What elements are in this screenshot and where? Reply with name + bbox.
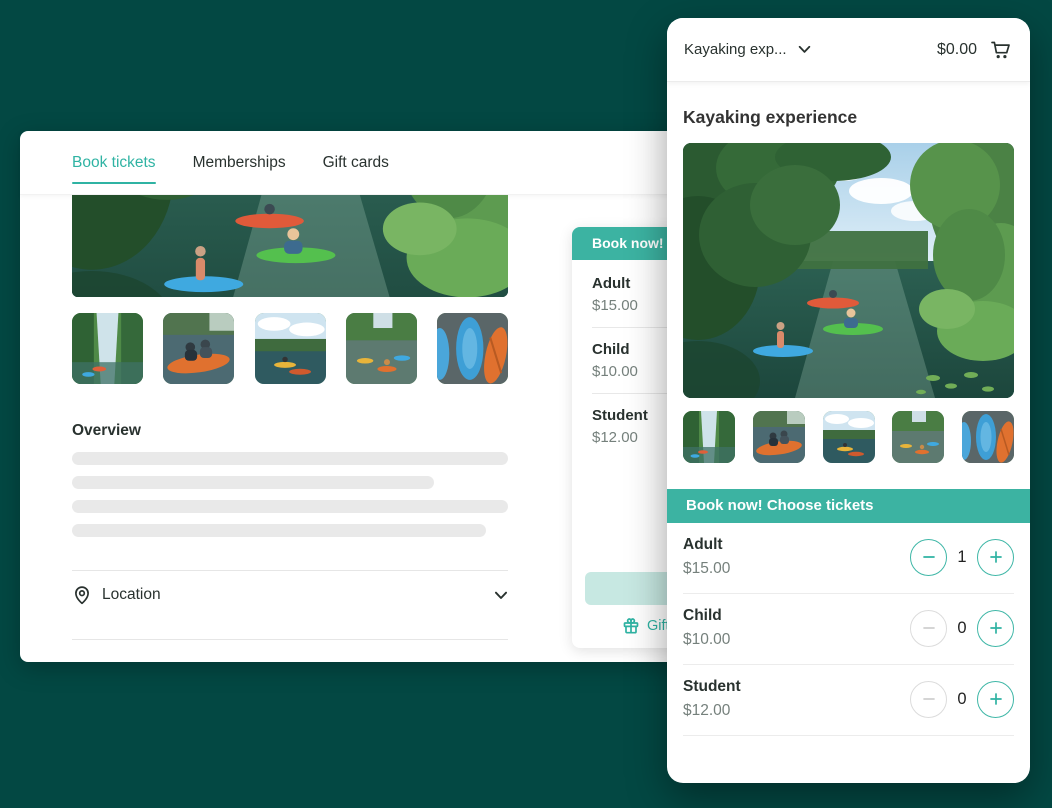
quantity-value: 1 [947, 548, 977, 567]
quantity-value: 0 [947, 690, 977, 709]
river-kayaking-photo [683, 143, 1014, 398]
minus-icon [921, 549, 937, 565]
thumbnail-4[interactable] [346, 313, 417, 384]
thumbnail-1[interactable] [72, 313, 143, 384]
skeleton-line [72, 500, 508, 513]
gift-icon [622, 616, 640, 635]
ticket-price: $12.00 [683, 702, 910, 720]
plus-icon [988, 620, 1004, 636]
event-photo[interactable] [72, 195, 508, 297]
plus-icon [988, 691, 1004, 707]
ticket-row-adult: Adult $15.00 1 [683, 523, 1014, 594]
ticket-name: Adult [683, 536, 910, 554]
minus-icon [921, 691, 937, 707]
thumbnail-3[interactable] [823, 411, 875, 463]
chevron-down-icon [798, 45, 811, 54]
cart-button[interactable] [988, 38, 1013, 62]
photo-thumbnails [72, 313, 508, 384]
page-tab-bar: Book tickets Memberships Gift cards [20, 131, 719, 195]
thumbnail-5[interactable] [962, 411, 1014, 463]
ticket-row-student: Student $12.00 0 [683, 665, 1014, 736]
plus-icon [988, 549, 1004, 565]
thumbnail-2[interactable] [163, 313, 234, 384]
cart-icon [988, 38, 1013, 62]
tab-gift-cards[interactable]: Gift cards [323, 154, 389, 172]
gift-link[interactable]: Gift [622, 616, 670, 635]
location-label: Location [102, 586, 161, 604]
thumbnail-5[interactable] [437, 313, 508, 384]
photo-thumbnails [683, 411, 1014, 463]
skeleton-line [72, 524, 486, 537]
increase-quantity-button[interactable] [977, 539, 1014, 576]
event-photo[interactable] [683, 143, 1014, 398]
decrease-quantity-button[interactable] [910, 610, 947, 647]
quantity-value: 0 [947, 619, 977, 638]
decrease-quantity-button[interactable] [910, 681, 947, 718]
increase-quantity-button[interactable] [977, 681, 1014, 718]
ticket-price: $15.00 [683, 560, 910, 578]
location-accordion[interactable]: Location [72, 571, 508, 618]
event-selector-label: Kayaking exp... [684, 41, 787, 58]
ticket-name: Student [683, 678, 910, 696]
ticket-row-child: Child $10.00 0 [683, 594, 1014, 665]
chevron-down-icon [494, 591, 508, 600]
map-pin-icon [72, 585, 92, 605]
increase-quantity-button[interactable] [977, 610, 1014, 647]
divider [72, 639, 508, 640]
ticket-price: $10.00 [683, 631, 910, 649]
thumbnail-1[interactable] [683, 411, 735, 463]
checkout-widget: Kayaking exp... $0.00 Kayaking experienc… [667, 18, 1030, 783]
decrease-quantity-button[interactable] [910, 539, 947, 576]
event-selector-dropdown[interactable]: Kayaking exp... [684, 41, 811, 58]
widget-header: Kayaking exp... $0.00 [667, 18, 1030, 82]
quantity-stepper: 1 [910, 539, 1014, 576]
skeleton-line [72, 452, 508, 465]
thumbnail-3[interactable] [255, 313, 326, 384]
tab-book-tickets[interactable]: Book tickets [72, 154, 156, 172]
tab-memberships[interactable]: Memberships [193, 154, 286, 172]
thumbnail-4[interactable] [892, 411, 944, 463]
overview-heading: Overview [72, 422, 508, 440]
cart-total: $0.00 [937, 41, 977, 59]
event-title: Kayaking experience [683, 107, 1014, 128]
minus-icon [921, 620, 937, 636]
skeleton-line [72, 476, 434, 489]
overview-placeholder-text [72, 452, 508, 537]
ticket-name: Child [683, 607, 910, 625]
choose-tickets-banner: Book now! Choose tickets [667, 489, 1030, 523]
app-background: Book tickets Memberships Gift cards Over… [0, 0, 1052, 808]
quantity-stepper: 0 [910, 610, 1014, 647]
quantity-stepper: 0 [910, 681, 1014, 718]
river-kayaking-photo [72, 195, 508, 297]
thumbnail-2[interactable] [753, 411, 805, 463]
